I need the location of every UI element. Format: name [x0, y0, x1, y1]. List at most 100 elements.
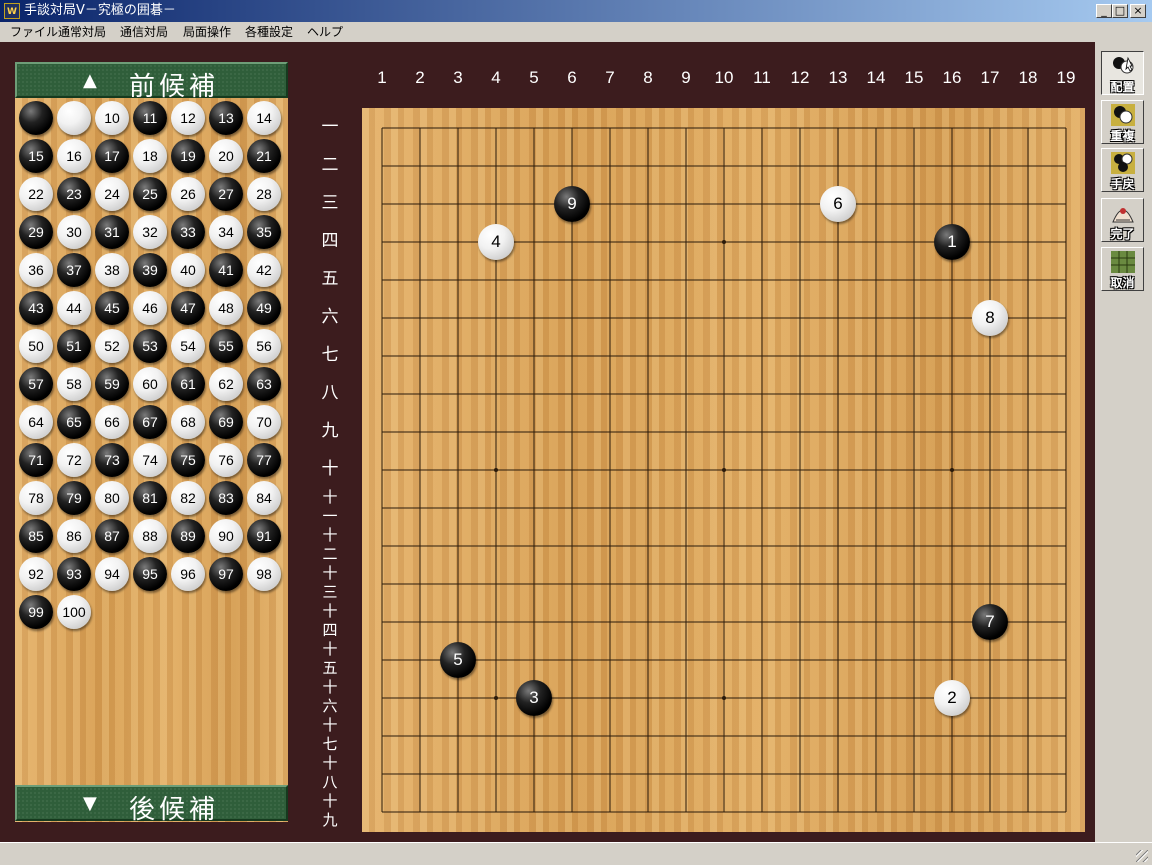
board-stone[interactable]: 4 — [478, 224, 514, 260]
candidate-stone[interactable]: 61 — [171, 367, 205, 401]
toolbar-undo-button[interactable]: 手戻 — [1101, 148, 1144, 192]
candidate-stone[interactable]: 39 — [133, 253, 167, 287]
candidate-stone[interactable]: 54 — [171, 329, 205, 363]
candidate-stone[interactable]: 87 — [95, 519, 129, 553]
toolbar-overlap-button[interactable]: 重複 — [1101, 100, 1144, 144]
candidate-stone[interactable]: 66 — [95, 405, 129, 439]
candidate-stone[interactable]: 38 — [95, 253, 129, 287]
next-candidates-button[interactable]: ▼ 後候補 — [15, 785, 288, 825]
candidate-stone[interactable]: 80 — [95, 481, 129, 515]
candidate-stone[interactable]: 81 — [133, 481, 167, 515]
go-board[interactable] — [362, 108, 1085, 832]
candidate-stone[interactable]: 33 — [171, 215, 205, 249]
candidate-stone[interactable]: 37 — [57, 253, 91, 287]
board-stone[interactable]: 3 — [516, 680, 552, 716]
candidate-stone[interactable]: 73 — [95, 443, 129, 477]
candidate-stone[interactable]: 14 — [247, 101, 281, 135]
candidate-stone[interactable]: 12 — [171, 101, 205, 135]
candidate-stone[interactable]: 65 — [57, 405, 91, 439]
candidate-stone[interactable]: 70 — [247, 405, 281, 439]
resize-grip-icon[interactable] — [1136, 850, 1148, 862]
candidate-stone[interactable]: 27 — [209, 177, 243, 211]
candidate-stone[interactable]: 45 — [95, 291, 129, 325]
candidate-stone[interactable]: 10 — [95, 101, 129, 135]
candidate-stone[interactable]: 23 — [57, 177, 91, 211]
candidate-stone[interactable]: 90 — [209, 519, 243, 553]
toolbar-done-button[interactable]: 完了 — [1101, 198, 1144, 242]
candidate-stone[interactable]: 64 — [19, 405, 53, 439]
toolbar-place-button[interactable]: 配置 — [1101, 51, 1144, 95]
candidate-stone[interactable]: 58 — [57, 367, 91, 401]
candidate-stone[interactable]: 48 — [209, 291, 243, 325]
candidate-stone[interactable]: 67 — [133, 405, 167, 439]
candidate-stone[interactable]: 59 — [95, 367, 129, 401]
candidate-stone[interactable]: 15 — [19, 139, 53, 173]
candidate-stone[interactable]: 88 — [133, 519, 167, 553]
candidate-stone[interactable]: 29 — [19, 215, 53, 249]
candidate-stone[interactable]: 18 — [133, 139, 167, 173]
candidate-stone[interactable]: 83 — [209, 481, 243, 515]
menu-file[interactable]: ファイル — [10, 22, 58, 42]
candidate-stone[interactable]: 19 — [171, 139, 205, 173]
candidate-stone[interactable]: 77 — [247, 443, 281, 477]
candidate-stone[interactable]: 86 — [57, 519, 91, 553]
minimize-button[interactable]: _ — [1096, 4, 1112, 18]
candidate-stone[interactable]: 47 — [171, 291, 205, 325]
candidate-stone[interactable]: 55 — [209, 329, 243, 363]
candidate-stone[interactable]: 62 — [209, 367, 243, 401]
candidate-stone[interactable]: 34 — [209, 215, 243, 249]
candidate-stone[interactable]: 41 — [209, 253, 243, 287]
candidate-stone[interactable]: 63 — [247, 367, 281, 401]
close-button[interactable]: × — [1130, 4, 1146, 18]
candidate-stone[interactable]: 97 — [209, 557, 243, 591]
toolbar-cancel-button[interactable]: 取消 — [1101, 247, 1144, 291]
candidate-stone[interactable]: 42 — [247, 253, 281, 287]
candidate-stone[interactable]: 35 — [247, 215, 281, 249]
board-stone[interactable]: 8 — [972, 300, 1008, 336]
candidate-stone[interactable]: 85 — [19, 519, 53, 553]
candidate-stone[interactable]: 99 — [19, 595, 53, 629]
menu-normal-game[interactable]: 通常対局 — [58, 22, 106, 42]
candidate-stone[interactable]: 25 — [133, 177, 167, 211]
candidate-stone[interactable]: 71 — [19, 443, 53, 477]
candidate-stone[interactable]: 78 — [19, 481, 53, 515]
candidate-stone[interactable]: 52 — [95, 329, 129, 363]
candidate-stone[interactable]: 74 — [133, 443, 167, 477]
candidate-stone[interactable]: 51 — [57, 329, 91, 363]
menu-help[interactable]: ヘルプ — [307, 22, 343, 42]
candidate-stone[interactable]: 43 — [19, 291, 53, 325]
candidate-stone[interactable]: 46 — [133, 291, 167, 325]
candidate-stone[interactable]: 11 — [133, 101, 167, 135]
candidate-stone[interactable]: 44 — [57, 291, 91, 325]
candidate-stone[interactable]: 21 — [247, 139, 281, 173]
candidate-stone[interactable]: 75 — [171, 443, 205, 477]
candidate-stone[interactable] — [57, 101, 91, 135]
board-stone[interactable]: 1 — [934, 224, 970, 260]
candidate-stone[interactable]: 40 — [171, 253, 205, 287]
candidate-stone[interactable]: 57 — [19, 367, 53, 401]
candidate-stone[interactable]: 22 — [19, 177, 53, 211]
candidate-stone[interactable]: 36 — [19, 253, 53, 287]
candidate-stone[interactable]: 32 — [133, 215, 167, 249]
candidate-stone[interactable]: 91 — [247, 519, 281, 553]
candidate-stone[interactable]: 76 — [209, 443, 243, 477]
candidate-stone[interactable]: 94 — [95, 557, 129, 591]
candidate-stone[interactable]: 96 — [171, 557, 205, 591]
candidate-stone[interactable]: 69 — [209, 405, 243, 439]
board-stone[interactable]: 7 — [972, 604, 1008, 640]
candidate-stone[interactable]: 79 — [57, 481, 91, 515]
candidate-stone[interactable]: 24 — [95, 177, 129, 211]
candidate-stone[interactable]: 49 — [247, 291, 281, 325]
candidate-stone[interactable]: 50 — [19, 329, 53, 363]
candidate-stone[interactable]: 17 — [95, 139, 129, 173]
maximize-button[interactable]: □ — [1112, 4, 1128, 18]
candidate-stone[interactable]: 31 — [95, 215, 129, 249]
candidate-stone[interactable]: 60 — [133, 367, 167, 401]
candidate-stone[interactable]: 26 — [171, 177, 205, 211]
candidate-stone[interactable]: 56 — [247, 329, 281, 363]
menu-network-game[interactable]: 通信対局 — [120, 22, 168, 42]
candidate-stone[interactable]: 93 — [57, 557, 91, 591]
candidate-stone[interactable]: 13 — [209, 101, 243, 135]
candidate-stone[interactable]: 30 — [57, 215, 91, 249]
candidate-stone[interactable] — [19, 101, 53, 135]
